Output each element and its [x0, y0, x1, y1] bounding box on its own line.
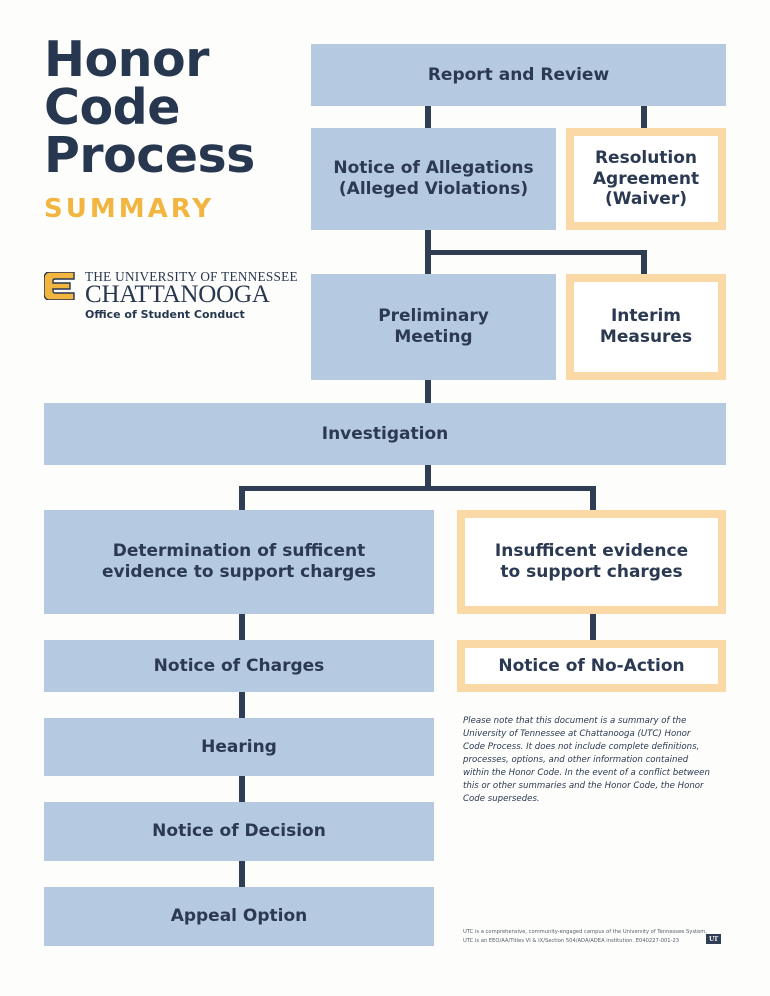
utc-logo: THE UNIVERSITY OF TENNESSEE CHATTANOOGA … — [44, 268, 298, 322]
flow-node-report-and-review[interactable]: Report and Review — [311, 44, 726, 106]
page-title-line-1: Honor — [44, 31, 209, 88]
flow-node-notice-of-no-action[interactable]: Notice of No-Action — [457, 640, 726, 692]
connector-report-to-resolution — [641, 106, 647, 128]
connector-investigation-down — [425, 465, 431, 488]
connector-insufficient-to-no-action — [590, 614, 596, 640]
connector-determination-to-charges — [239, 614, 245, 640]
flow-node-investigation[interactable]: Investigation — [44, 403, 726, 465]
connector-branch-right-vertical — [590, 486, 596, 510]
flow-node-interim-measures[interactable]: Interim Measures — [566, 274, 726, 380]
connector-investigation-branch-horizontal — [239, 486, 596, 491]
connector-branch-left-vertical — [239, 486, 245, 510]
disclaimer-text: Please note that this document is a summ… — [463, 716, 710, 805]
page-title-line-2: Code — [44, 79, 180, 137]
connector-preliminary-to-investigation — [425, 380, 431, 403]
honor-code-process-poster: Honor Code Process SUMMARY THE UNIVERSIT… — [0, 0, 770, 996]
flow-node-hearing[interactable]: Hearing — [44, 718, 434, 776]
ut-wordmark-icon: UT — [706, 934, 721, 944]
flow-node-notice-of-decision[interactable]: Notice of Decision — [44, 802, 434, 861]
connector-report-to-allegations — [425, 106, 431, 128]
power-c-icon — [44, 272, 75, 300]
connector-allegations-to-interim-vertical — [641, 250, 647, 274]
footer-line-2: UTC is an EEO/AA/Titles VI & IX/Section … — [463, 938, 680, 945]
logo-campus-line: CHATTANOOGA — [85, 281, 270, 308]
footer-line-1: UTC is a comprehensive, community-engage… — [463, 929, 707, 935]
flow-node-resolution-agreement[interactable]: Resolution Agreement (Waiver) — [566, 128, 726, 230]
page-title: Honor Code Process SUMMARY — [44, 31, 306, 225]
connector-decision-to-appeal — [239, 861, 245, 887]
page-subtitle: SUMMARY — [44, 194, 215, 225]
logo-office-line: Office of Student Conduct — [85, 308, 245, 321]
connector-allegations-to-interim-horizontal — [425, 250, 647, 255]
connector-charges-to-hearing — [239, 692, 245, 718]
connector-hearing-to-decision — [239, 776, 245, 802]
flow-node-notice-of-allegations[interactable]: Notice of Allegations (Alleged Violation… — [311, 128, 556, 230]
flow-node-preliminary-meeting[interactable]: Preliminary Meeting — [311, 274, 556, 380]
flow-node-determination-of-sufficient-evidence[interactable]: Determination of sufficent evidence to s… — [44, 510, 434, 614]
page-title-line-3: Process — [44, 127, 255, 185]
flow-node-notice-of-charges[interactable]: Notice of Charges — [44, 640, 434, 692]
flow-node-appeal-option[interactable]: Appeal Option — [44, 887, 434, 946]
footer: UTC is a comprehensive, community-engage… — [463, 928, 721, 946]
flow-node-insufficient-evidence[interactable]: Insufficent evidence to support charges — [457, 510, 726, 614]
